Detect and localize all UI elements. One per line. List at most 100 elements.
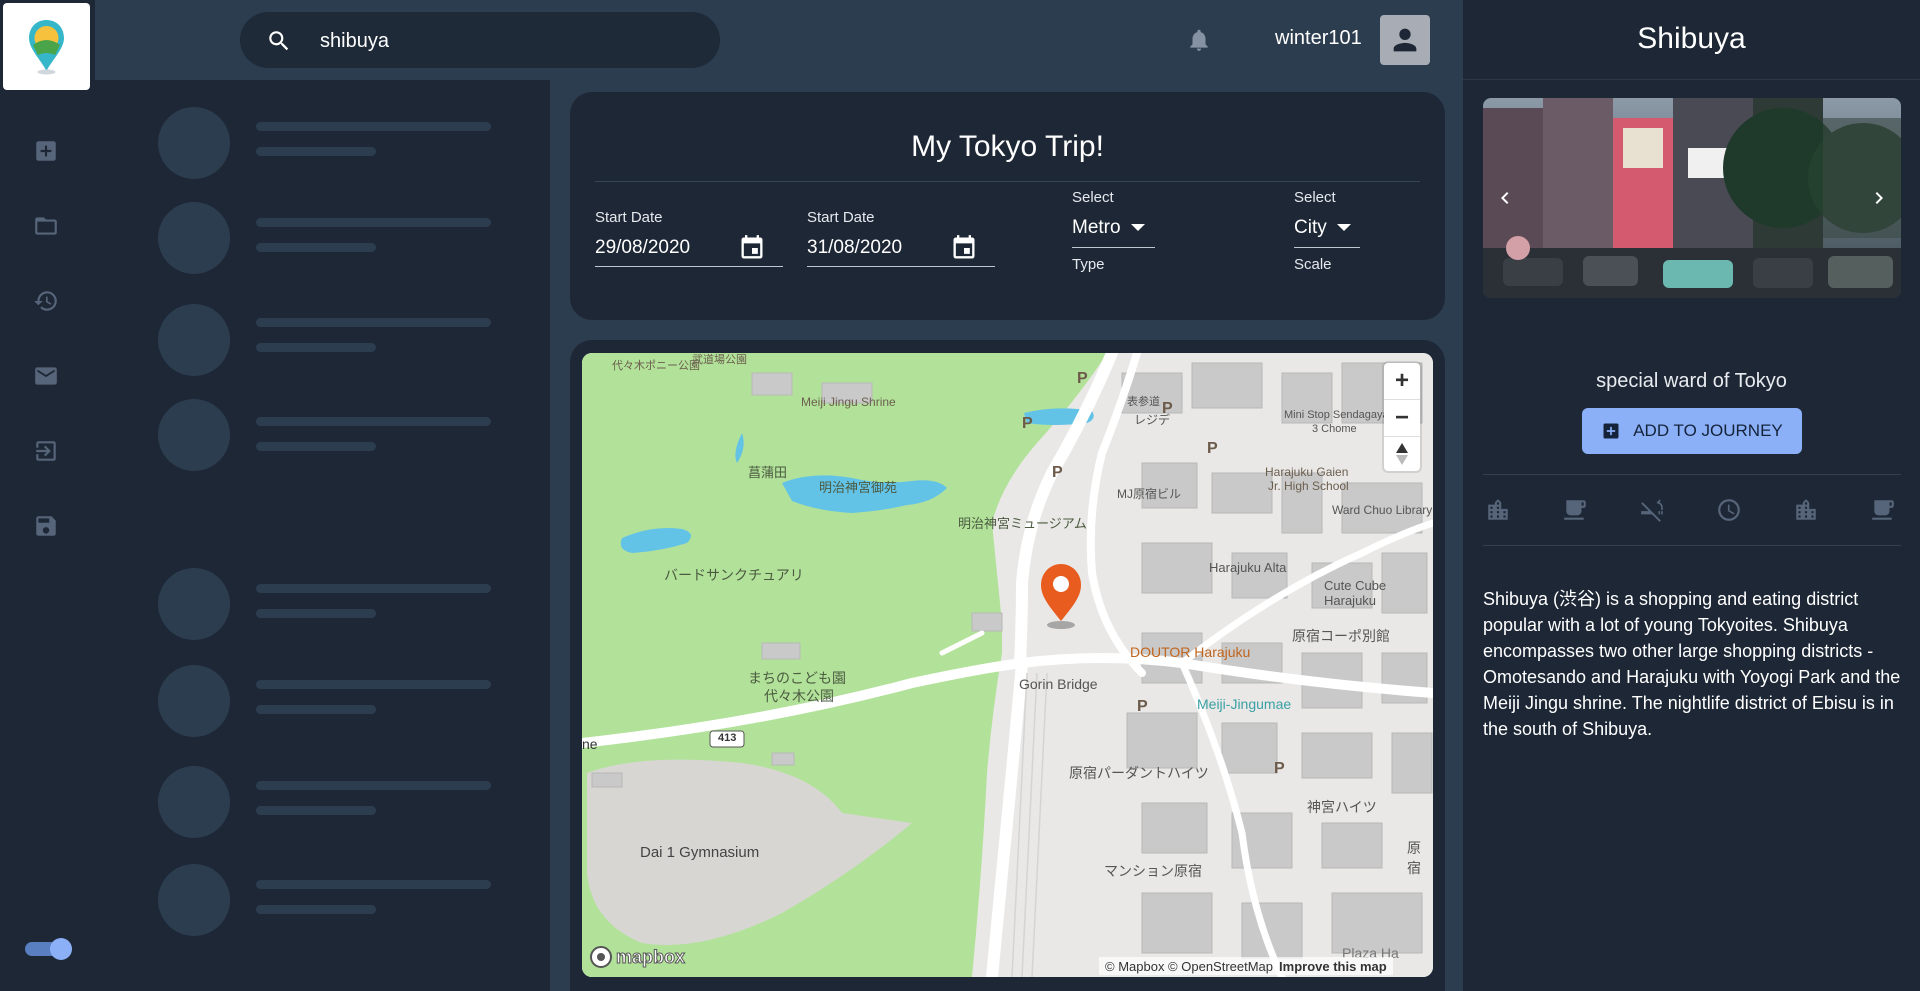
clock-icon[interactable] [1714, 495, 1744, 525]
map-label: Cute Cube Harajuku [1324, 578, 1387, 608]
svg-text:P: P [1137, 698, 1148, 715]
map-label: 原宿 [1407, 840, 1421, 876]
improve-map-link[interactable]: Improve this map [1279, 959, 1387, 974]
search-icon [266, 28, 292, 59]
route-shield-label: 413 [718, 732, 737, 744]
calendar-icon[interactable] [738, 234, 766, 267]
history-icon[interactable] [26, 281, 66, 321]
scale-select-label: Select [1294, 189, 1336, 206]
skeleton-line [256, 680, 491, 689]
city-icon[interactable] [1483, 495, 1513, 525]
skeleton-line [256, 243, 376, 252]
scale-select[interactable]: City [1294, 214, 1360, 242]
location-logo-icon [29, 20, 64, 75]
map-label: 代々木公園 [764, 688, 834, 704]
dropdown-arrow-icon [1130, 224, 1145, 231]
mapbox-mark-icon [590, 946, 612, 968]
field-underline [807, 266, 995, 267]
map-label: DOUTOR Harajuku [1130, 644, 1251, 660]
cafe-icon[interactable] [1868, 495, 1898, 525]
map-label: 表参道 [1127, 396, 1160, 408]
folder-icon[interactable] [26, 206, 66, 246]
svg-text:P: P [1052, 464, 1063, 481]
skeleton-line [256, 122, 491, 131]
map-label: レジデ [1134, 413, 1171, 427]
skeleton-avatar [158, 304, 230, 376]
skeleton-line [256, 705, 376, 714]
map-label: 武道場公園 [692, 354, 747, 366]
add-to-journey-button[interactable]: ADD TO JOURNEY [1582, 408, 1802, 454]
divider [595, 181, 1420, 182]
mapbox-logo[interactable]: mapbox [590, 946, 686, 968]
map-label: マンション原宿 [1104, 863, 1202, 879]
chevron-right-icon[interactable] [1867, 186, 1891, 215]
notifications-bell-icon[interactable] [1186, 27, 1212, 58]
map-label: 代々木ポニー公園 [612, 360, 700, 372]
add-to-journey-label: ADD TO JOURNEY [1633, 421, 1783, 440]
calendar-icon[interactable] [950, 234, 978, 267]
map-label: バードサンクチュアリ [664, 567, 804, 583]
map-label: Mini Stop Sendagaya [1284, 409, 1389, 421]
place-description: Shibuya (渋谷) is a shopping and eating di… [1483, 589, 1901, 739]
map-label: Meiji Jingu Shrine [801, 395, 896, 409]
map-label: 原宿コーポ別館 [1292, 628, 1390, 644]
map-label: Dai 1 Gymnasium [640, 844, 760, 861]
zoom-out-button[interactable]: − [1384, 400, 1420, 436]
skeleton-line [256, 218, 491, 227]
cafe-icon[interactable] [1560, 495, 1590, 525]
skeleton-avatar [158, 665, 230, 737]
place-panel: Shibuya special ward of Tokyo ADD TO JOU… [1463, 0, 1920, 991]
map-label: 3 Chome [1312, 423, 1357, 435]
map-label: 菖蒲田 [748, 465, 788, 480]
map-canvas[interactable]: PPP PPP P [582, 353, 1433, 977]
svg-text:P: P [1274, 760, 1285, 777]
map-label: 原宿パーダントハイツ [1069, 765, 1209, 781]
divider [1463, 79, 1920, 80]
logout-icon[interactable] [26, 431, 66, 471]
start-date-field[interactable]: 29/08/2020 [595, 237, 690, 259]
map-label: Ward Chuo Library [1332, 503, 1433, 517]
map-attribution: © Mapbox © OpenStreetMap Improve this ma… [1099, 957, 1393, 975]
search-input[interactable] [318, 15, 702, 67]
compass-icon[interactable] [1384, 437, 1420, 471]
skeleton-line [256, 147, 376, 156]
place-photo-carousel [1483, 98, 1901, 298]
type-select-label: Select [1072, 189, 1114, 206]
svg-text:P: P [1022, 415, 1033, 432]
zoom-in-button[interactable]: + [1384, 363, 1420, 399]
map[interactable]: PPP PPP P Meiji Jingu Shrine バードサンクチュアリ … [582, 353, 1433, 977]
skeleton-avatar [158, 864, 230, 936]
trip-card: My Tokyo Trip! Start Date 29/08/2020 Sta… [570, 92, 1445, 320]
smoke-free-icon[interactable] [1637, 495, 1667, 525]
chevron-left-icon[interactable] [1493, 186, 1517, 215]
map-label: Meiji-Jingumae [1197, 696, 1292, 712]
svg-text:P: P [1207, 440, 1218, 457]
map-label: 神宮ハイツ [1307, 799, 1377, 815]
save-icon[interactable] [26, 506, 66, 546]
mail-icon[interactable] [26, 356, 66, 396]
skeleton-line [256, 318, 491, 327]
app-logo[interactable] [3, 3, 90, 90]
field-underline [1072, 247, 1155, 248]
skeleton-line [256, 880, 491, 889]
dropdown-arrow-icon [1336, 224, 1351, 231]
map-label: Jr. High School [1268, 479, 1349, 493]
map-label: まちのこども園 [748, 670, 846, 686]
skeleton-line [256, 781, 491, 790]
add-box-icon[interactable] [26, 131, 66, 171]
skeleton-panel [113, 547, 532, 970]
type-select[interactable]: Metro [1072, 214, 1155, 242]
end-date-label: Start Date [807, 209, 875, 226]
avatar[interactable] [1380, 15, 1430, 65]
divider [1483, 545, 1901, 546]
add-box-icon [1603, 423, 1619, 439]
attribution-text[interactable]: © Mapbox © OpenStreetMap [1105, 959, 1273, 974]
theme-toggle[interactable] [25, 938, 73, 960]
end-date-field[interactable]: 31/08/2020 [807, 237, 902, 259]
map-zoom-controls: + − [1384, 363, 1420, 471]
skeleton-line [256, 584, 491, 593]
city-icon[interactable] [1791, 495, 1821, 525]
map-label: ne [582, 736, 598, 752]
place-photo [1483, 98, 1901, 298]
skeleton-line [256, 417, 491, 426]
